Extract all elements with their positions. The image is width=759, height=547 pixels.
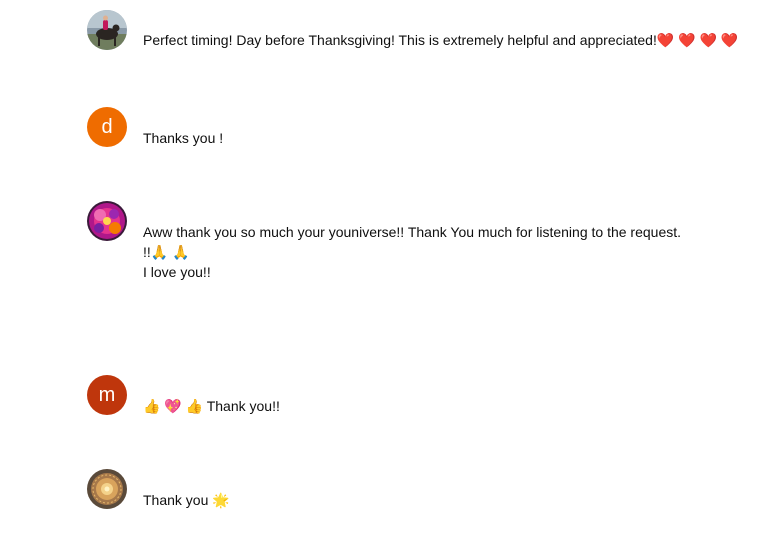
user-avatar[interactable] [87, 469, 127, 509]
user-avatar[interactable] [87, 201, 127, 241]
pink-flower-photo-icon [87, 201, 127, 241]
golden-mandala-photo-icon [87, 469, 127, 509]
avatar-letter: d [101, 116, 113, 138]
comment-text: Perfect timing! Day before Thanksgiving!… [143, 32, 739, 48]
user-avatar[interactable] [87, 10, 127, 50]
user-avatar[interactable]: m [87, 375, 127, 415]
comment-text: Aww thank you so much your youniverse!! … [143, 224, 682, 280]
person-on-horse-photo-icon [87, 10, 127, 50]
user-avatar[interactable]: d [87, 107, 127, 147]
comment-text: Thanks you ! [143, 130, 224, 146]
avatar-letter: m [98, 384, 116, 406]
comment-text: Thank you 🌟 [143, 492, 230, 508]
comment-text: 👍 💖 👍 Thank you!! [143, 398, 280, 414]
